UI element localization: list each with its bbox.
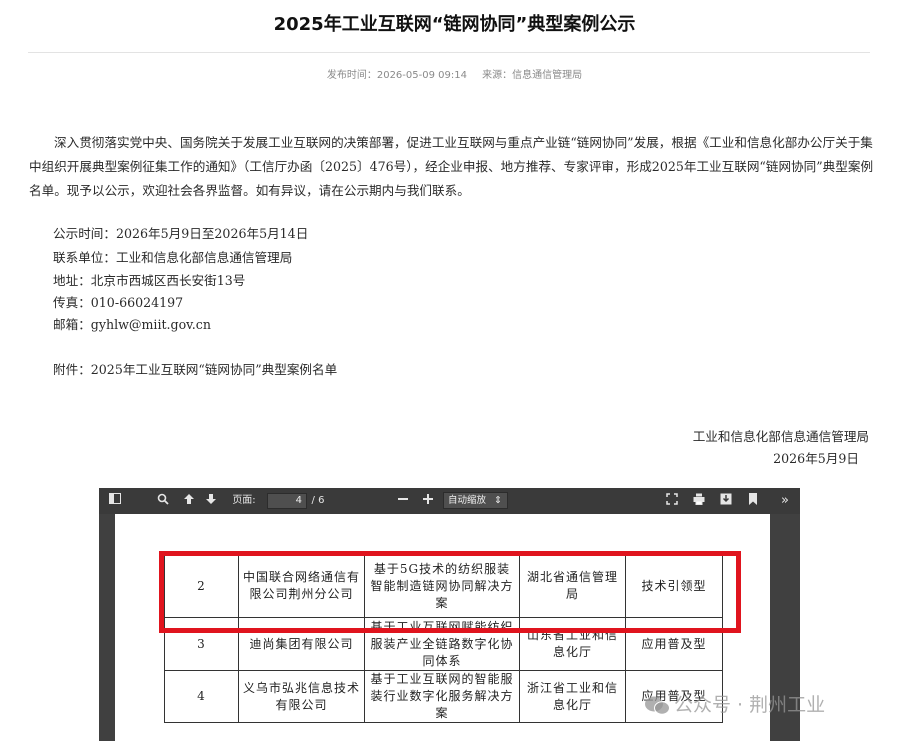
previous-page-icon[interactable] [181,493,197,509]
wechat-icon [644,695,670,717]
zoom-in-icon[interactable] [420,493,436,509]
signature-org: 工业和信息化部信息通信管理局 [692,429,869,444]
page-number-input[interactable]: 4 [267,493,307,509]
contact-unit: 联系单位：工业和信息化部信息通信管理局 [53,250,293,265]
download-icon[interactable] [718,493,734,509]
publicity-period: 公示时间：2026年5月9日至2026年5月14日 [53,226,309,241]
page-total: / 6 [311,495,325,506]
signature-date: 2026年5月9日 [773,451,859,466]
next-page-icon[interactable] [203,493,219,509]
zoom-out-icon[interactable] [395,493,411,509]
find-icon[interactable] [155,493,171,509]
table-row: 4 义乌市弘兆信息技术有限公司 基于工业互联网的智能服装行业数字化服务解决方案 … [164,670,723,723]
email: 邮箱：gyhlw@miit.gov.cn [53,317,211,332]
presentation-mode-icon[interactable] [664,493,680,509]
row-number: 4 [164,670,239,723]
page-title: 2025年工业互联网“链网协同”典型案例公示 [273,14,636,35]
red-highlight-box [159,551,741,633]
article-meta: 发布时间：2026-05-09 09:14 来源：信息通信管理局 [0,66,909,81]
zoom-value: 自动缩放 [448,495,487,506]
fax: 传真：010-66024197 [53,295,184,310]
bookmark-icon[interactable] [745,493,761,509]
title-divider [28,52,870,53]
project-cell: 基于工业互联网的智能服装行业数字化服务解决方案 [364,670,520,723]
watermark-text: 公众号 · 荆州工业 [674,694,826,716]
print-icon[interactable] [691,493,707,509]
pdf-toolbar: 页面: 4 / 6 自动缩放 ⇕ » [99,488,800,514]
page-label: 页面: [232,495,256,506]
source-label: 来源：信息通信管理局 [482,70,583,81]
address: 地址：北京市西城区西长安街13号 [53,273,246,288]
zoom-select[interactable]: 自动缩放 ⇕ [443,492,508,509]
chevron-updown-icon: ⇕ [494,495,502,506]
sidebar-toggle-icon[interactable] [107,493,123,509]
company-cell: 义乌市弘兆信息技术有限公司 [238,670,365,723]
tools-icon[interactable]: » [777,493,793,509]
intro-paragraph: 深入贯彻落实党中央、国务院关于发展工业互联网的决策部署，促进工业互联网与重点产业… [29,135,874,198]
recommender-cell: 浙江省工业和信息化厅 [519,670,626,723]
attachment-link[interactable]: 附件：2025年工业互联网“链网协同”典型案例名单 [53,359,337,378]
watermark: 公众号 · 荆州工业 [644,690,825,717]
publish-time: 发布时间：2026-05-09 09:14 [326,70,467,81]
